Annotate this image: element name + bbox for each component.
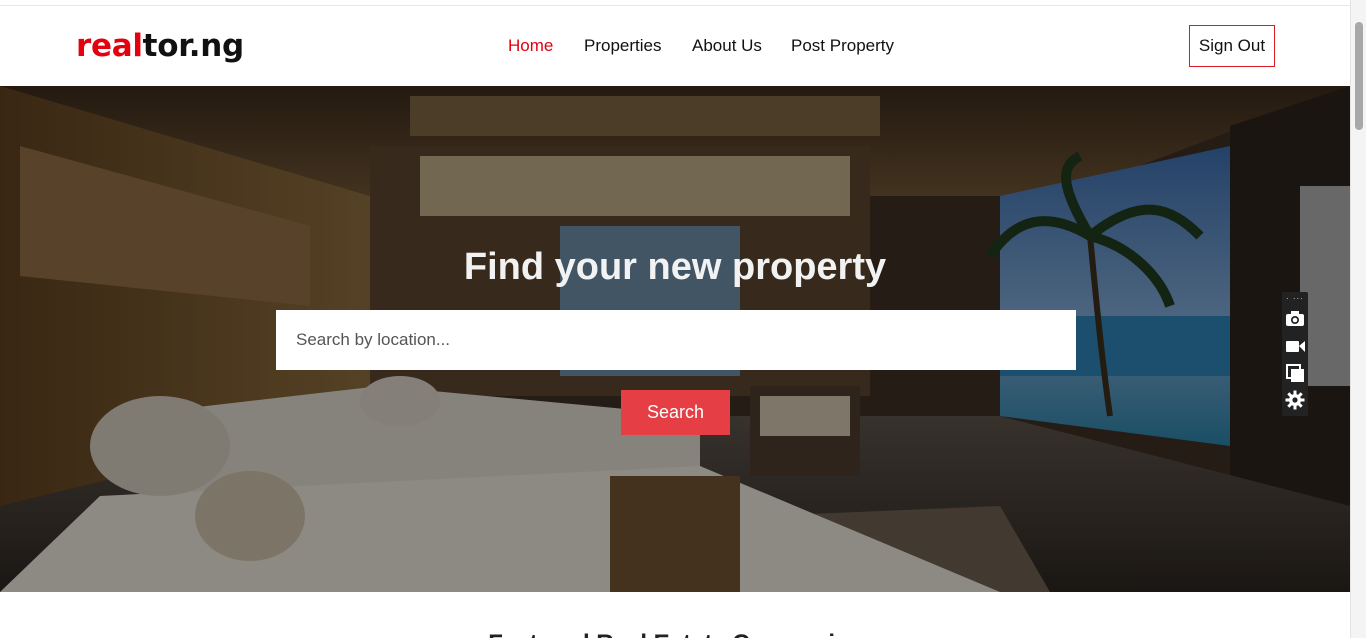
hero-section: Find your new property Search — [0, 86, 1350, 592]
scrollbar-thumb[interactable] — [1355, 22, 1363, 130]
site-logo[interactable]: realtor.ng — [76, 28, 244, 64]
camera-icon[interactable] — [1284, 308, 1306, 330]
hero-title: Find your new property — [463, 246, 887, 288]
sign-out-button[interactable]: Sign Out — [1189, 25, 1275, 67]
logo-part-dark: tor.ng — [142, 28, 245, 64]
nav-post-property[interactable]: Post Property — [791, 36, 894, 56]
nav-properties[interactable]: Properties — [584, 36, 661, 56]
logo-part-red: real — [76, 28, 143, 64]
nav-about-us[interactable]: About Us — [692, 36, 762, 56]
navbar: realtor.ng Home Properties About Us Post… — [0, 6, 1350, 86]
video-icon[interactable] — [1284, 335, 1306, 357]
screen-capture-toolbar: · ··· — [1282, 292, 1308, 416]
toolbar-drag-handle[interactable]: · ··· — [1286, 294, 1304, 303]
featured-section: Featured Real Estate Companies — [0, 592, 1350, 638]
section-heading: Featured Real Estate Companies — [0, 630, 1350, 638]
copy-icon[interactable] — [1284, 362, 1306, 384]
search-button[interactable]: Search — [621, 390, 730, 435]
nav-home[interactable]: Home — [508, 36, 553, 56]
page-scrollbar[interactable] — [1350, 0, 1366, 638]
settings-icon[interactable] — [1284, 389, 1306, 411]
location-search-input[interactable] — [276, 310, 1076, 370]
